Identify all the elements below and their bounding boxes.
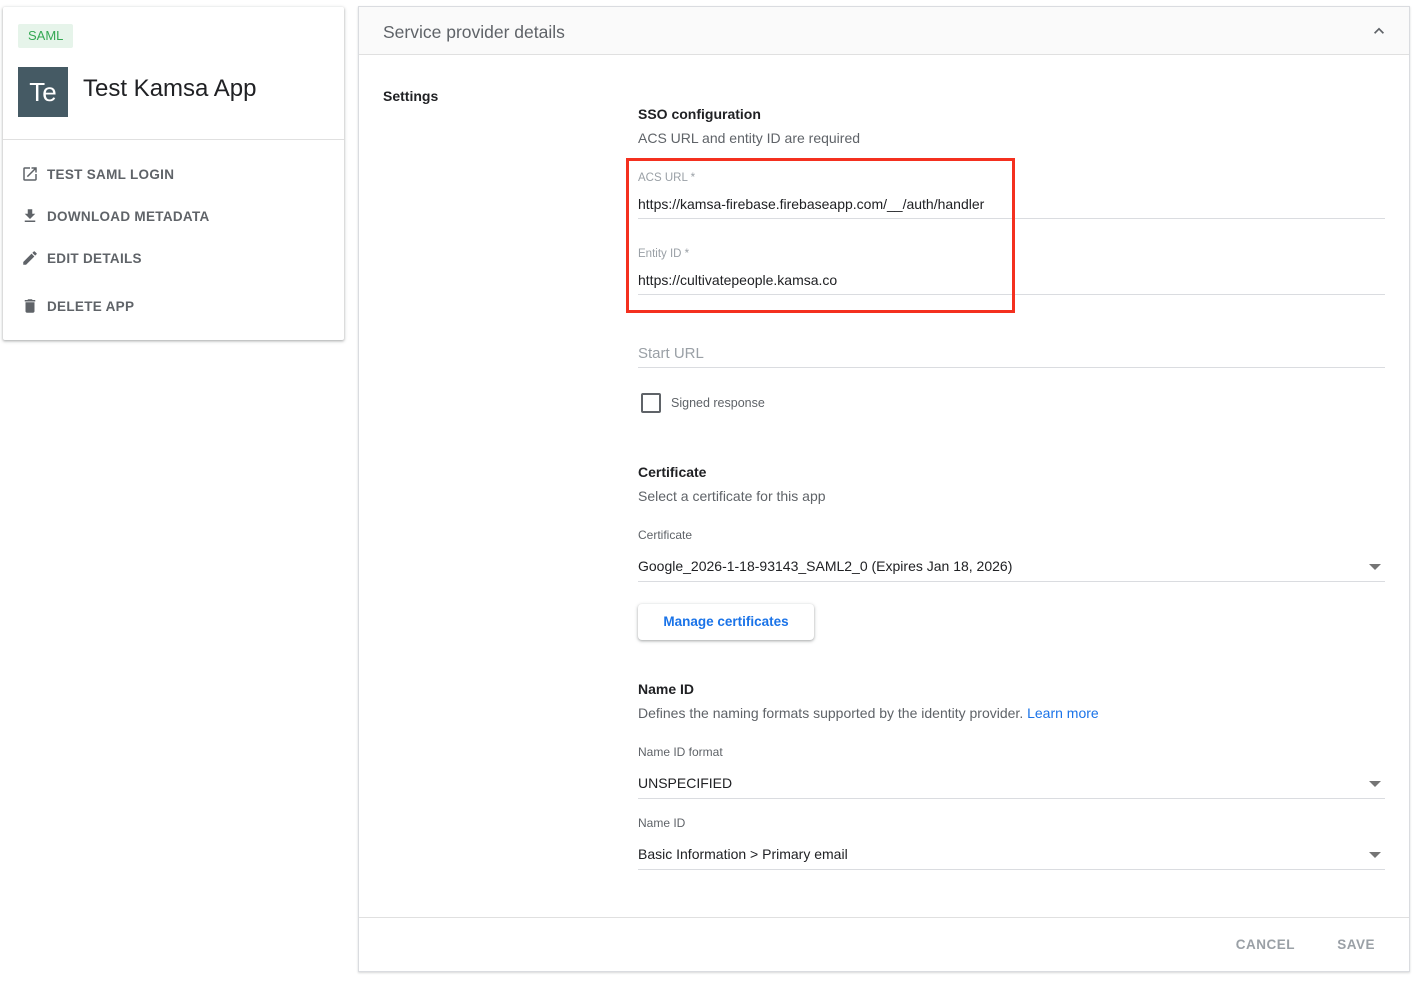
dropdown-arrow-icon[interactable] — [1369, 781, 1381, 787]
chevron-up-icon[interactable] — [1369, 21, 1389, 41]
card-divider — [3, 139, 344, 140]
acs-url-field[interactable]: ACS URL * https://kamsa-firebase.firebas… — [638, 172, 1385, 219]
cancel-button[interactable]: CANCEL — [1236, 937, 1295, 952]
certificate-select-value: Google_2026-1-18-93143_SAML2_0 (Expires … — [638, 558, 1013, 574]
trash-icon — [24, 299, 36, 313]
test-saml-login-label: TEST SAML LOGIN — [47, 166, 175, 182]
name-id-format-underline — [638, 798, 1385, 799]
acs-url-label: ACS URL * — [638, 172, 696, 184]
delete-app-label: DELETE APP — [47, 298, 135, 314]
name-id-select-underline — [638, 869, 1385, 870]
panel-footer: CANCEL SAVE — [359, 917, 1409, 971]
name-id-select-label: Name ID — [638, 816, 686, 830]
entity-id-field[interactable]: Entity ID * https://cultivatepeople.kams… — [638, 248, 1385, 295]
edit-details-button[interactable]: EDIT DETAILS — [21, 246, 142, 270]
certificate-select-value-row: Google_2026-1-18-93143_SAML2_0 (Expires … — [638, 558, 1385, 574]
name-id-subtitle: Defines the naming formats supported by … — [638, 705, 1099, 721]
saml-badge: SAML — [18, 24, 74, 48]
download-icon — [24, 209, 36, 222]
start-url-underline — [638, 367, 1385, 368]
manage-certificates-button[interactable]: Manage certificates — [638, 604, 814, 640]
name-id-format-label: Name ID format — [638, 745, 723, 759]
name-id-format-value: UNSPECIFIED — [638, 775, 733, 791]
acs-url-input[interactable]: https://kamsa-firebase.firebaseapp.com/_… — [638, 196, 1385, 212]
service-provider-panel: Service provider details Settings SSO co… — [358, 6, 1410, 972]
certificate-select-underline — [638, 581, 1385, 582]
settings-label: Settings — [383, 88, 439, 104]
open-in-new-icon — [23, 167, 37, 181]
app-name: Test Kamsa App — [83, 75, 257, 102]
start-url-field[interactable]: Start URL — [638, 345, 1385, 368]
sso-configuration-title: SSO configuration — [638, 106, 761, 122]
entity-id-label: Entity ID * — [638, 248, 690, 260]
edit-details-label: EDIT DETAILS — [47, 250, 142, 266]
name-id-format-select[interactable]: Name ID format UNSPECIFIED — [638, 745, 1385, 799]
signed-response-row[interactable]: Signed response — [641, 393, 765, 413]
test-saml-login-button[interactable]: TEST SAML LOGIN — [21, 162, 174, 186]
signed-response-checkbox[interactable] — [641, 393, 661, 413]
dropdown-arrow-icon[interactable] — [1369, 852, 1381, 858]
start-url-input[interactable]: Start URL — [638, 345, 1385, 362]
certificate-select[interactable]: Certificate Google_2026-1-18-93143_SAML2… — [638, 528, 1385, 582]
certificate-subtitle: Select a certificate for this app — [638, 488, 826, 504]
name-id-title: Name ID — [638, 681, 695, 697]
download-metadata-label: DOWNLOAD METADATA — [47, 208, 210, 224]
name-id-select[interactable]: Name ID Basic Information > Primary emai… — [638, 816, 1385, 870]
name-id-subtitle-text: Defines the naming formats supported by … — [638, 705, 1024, 721]
acs-url-underline — [638, 218, 1385, 219]
name-id-format-value-row: UNSPECIFIED — [638, 775, 1385, 791]
panel-title: Service provider details — [383, 22, 565, 42]
save-button[interactable]: SAVE — [1337, 937, 1375, 952]
name-id-select-value: Basic Information > Primary email — [638, 846, 848, 862]
panel-header[interactable]: Service provider details — [359, 7, 1409, 55]
certificate-title: Certificate — [638, 464, 707, 480]
dropdown-arrow-icon[interactable] — [1369, 564, 1381, 570]
certificate-select-label: Certificate — [638, 528, 693, 542]
sso-configuration-subtitle: ACS URL and entity ID are required — [638, 130, 861, 146]
pencil-icon — [23, 251, 37, 265]
download-metadata-button[interactable]: DOWNLOAD METADATA — [21, 204, 210, 228]
learn-more-link[interactable]: Learn more — [1027, 705, 1099, 721]
entity-id-input[interactable]: https://cultivatepeople.kamsa.co — [638, 272, 1385, 288]
app-avatar: Te — [18, 67, 68, 117]
app-summary-card: SAML Te Test Kamsa App TEST SAML LOGIN D… — [3, 7, 344, 340]
entity-id-underline — [638, 294, 1385, 295]
delete-app-button[interactable]: DELETE APP — [21, 294, 134, 318]
name-id-select-value-row: Basic Information > Primary email — [638, 846, 1385, 862]
signed-response-label: Signed response — [671, 396, 765, 410]
